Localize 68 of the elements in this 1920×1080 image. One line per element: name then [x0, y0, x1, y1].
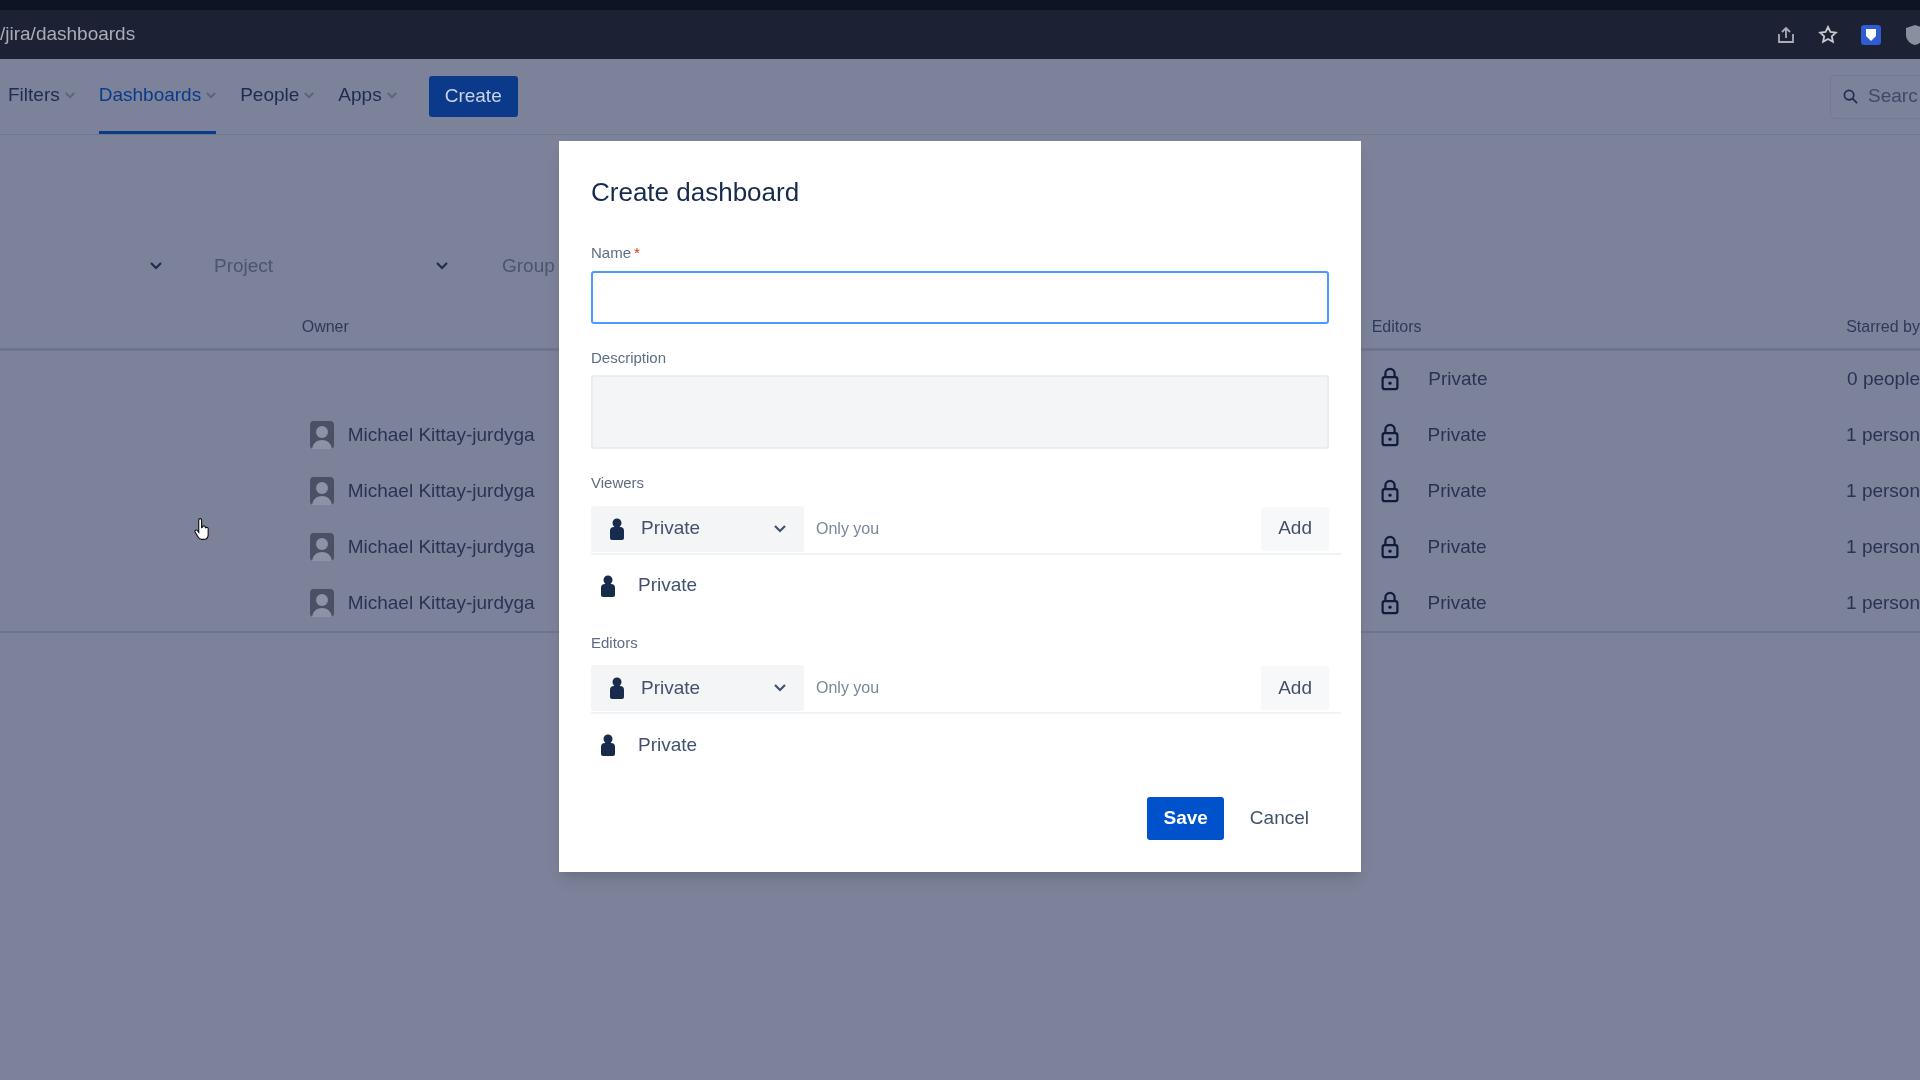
- starred-count: 1 person: [1846, 535, 1920, 557]
- search-icon: [1843, 89, 1858, 104]
- shield-icon[interactable]: [1904, 23, 1920, 46]
- chevron-down-icon: [436, 262, 448, 270]
- lock-icon: [1379, 591, 1400, 615]
- column-header[interactable]: Owner: [301, 317, 349, 335]
- chevron-down-icon: [206, 91, 217, 99]
- lock-icon: [1379, 535, 1400, 559]
- chevron-down-icon: [150, 262, 162, 270]
- star-icon[interactable]: [1818, 24, 1838, 45]
- chevron-down-icon: [386, 91, 397, 99]
- column-header[interactable]: Editors: [1371, 317, 1422, 335]
- field-label: Description: [591, 347, 668, 368]
- owner-name[interactable]: Michael Kittay-jurdyga: [347, 420, 535, 450]
- person-icon: [600, 734, 616, 756]
- share-entry: Private: [638, 573, 698, 598]
- chevron-down-icon: [64, 91, 75, 99]
- hand-cursor-icon: [194, 518, 211, 541]
- add-button[interactable]: Add: [1261, 666, 1329, 710]
- share-input-field[interactable]: Only you: [806, 665, 1262, 711]
- starred-count: 0 people: [1847, 367, 1920, 389]
- nav-tab[interactable]: Apps: [338, 59, 397, 134]
- editors-value: Private: [1427, 590, 1487, 615]
- cancel-button[interactable]: Cancel: [1245, 797, 1313, 840]
- create-button[interactable]: Create: [428, 76, 518, 117]
- required-mark: *: [634, 243, 640, 263]
- editors-value: Private: [1427, 422, 1487, 447]
- field-label: Editors: [591, 632, 639, 653]
- chevron-down-icon: [774, 684, 786, 692]
- owner-name[interactable]: Michael Kittay-jurdyga: [347, 588, 535, 618]
- save-button[interactable]: Save: [1147, 797, 1224, 840]
- person-icon: [609, 517, 625, 540]
- share-entry: Private: [638, 732, 698, 757]
- share-type-select[interactable]: Private: [591, 505, 804, 552]
- avatar-icon: [309, 421, 334, 449]
- avatar-icon: [309, 589, 334, 617]
- person-icon: [609, 677, 625, 699]
- starred-count: 1 person: [1846, 591, 1920, 613]
- extension-icon[interactable]: [1860, 23, 1882, 46]
- add-button[interactable]: Add: [1261, 506, 1329, 551]
- name-input[interactable]: [591, 270, 1329, 324]
- editors-value: Private: [1428, 366, 1488, 391]
- starred-count: 1 person: [1846, 423, 1920, 445]
- editors-value: Private: [1427, 478, 1487, 503]
- person-icon: [600, 574, 616, 597]
- search-field[interactable]: Searc: [1830, 74, 1920, 119]
- field-label: Name: [591, 243, 631, 263]
- nav-tab[interactable]: Filters: [8, 59, 75, 134]
- nav-tab[interactable]: People: [240, 59, 315, 134]
- nav-tab[interactable]: Dashboards: [98, 59, 217, 134]
- starred-count: 1 person: [1846, 479, 1920, 501]
- chevron-down-icon: [304, 91, 315, 99]
- editors-value: Private: [1427, 534, 1487, 559]
- chevron-down-icon: [774, 524, 786, 533]
- share-input-field[interactable]: Only you: [806, 505, 1262, 552]
- field-label: Viewers: [591, 473, 646, 493]
- owner-name[interactable]: Michael Kittay-jurdyga: [347, 476, 535, 506]
- dialog-title: Create dashboard: [591, 176, 801, 209]
- owner-name[interactable]: Michael Kittay-jurdyga: [347, 532, 535, 562]
- avatar-icon: [309, 533, 334, 561]
- address-bar-url[interactable]: /jira/dashboards: [0, 20, 136, 49]
- lock-icon: [1379, 479, 1400, 503]
- column-header[interactable]: Starred by: [1846, 317, 1920, 335]
- lock-icon: [1380, 367, 1401, 391]
- share-icon[interactable]: [1776, 24, 1796, 45]
- share-type-select[interactable]: Private: [591, 665, 804, 711]
- avatar-icon: [309, 477, 334, 505]
- lock-icon: [1379, 423, 1400, 447]
